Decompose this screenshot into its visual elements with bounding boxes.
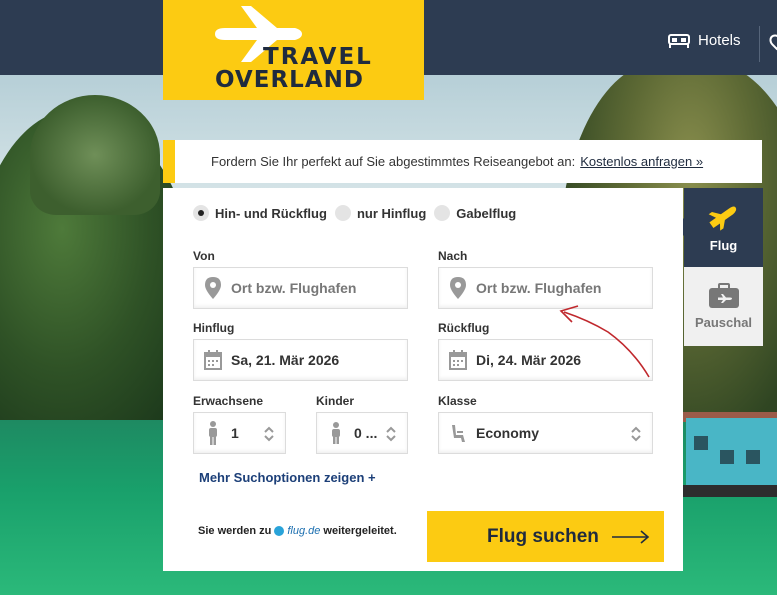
search-flight-label: Flug suchen	[487, 525, 599, 547]
radio-selected-indicator	[193, 205, 209, 221]
children-label: Kinder	[316, 394, 355, 408]
from-placeholder: Ort bzw. Flughafen	[231, 280, 357, 296]
adults-select[interactable]: 1	[193, 412, 286, 454]
depart-date-value: Sa, 21. Mär 2026	[231, 352, 340, 368]
nav-item-hotels[interactable]: Hotels	[668, 32, 741, 49]
banner-accent	[163, 140, 175, 183]
radio-open-jaw-label: Gabelflug	[456, 205, 517, 221]
house-window	[746, 450, 760, 464]
person-icon	[203, 421, 223, 445]
radio-indicator	[434, 205, 451, 221]
stepper-arrows-icon	[264, 426, 274, 442]
depart-date-input[interactable]: Sa, 21. Mär 2026	[193, 339, 408, 381]
to-label: Nach	[438, 249, 468, 263]
children-select[interactable]: 0 ...	[316, 412, 408, 454]
annotation-arrow	[559, 305, 650, 378]
from-label: Von	[193, 249, 215, 263]
radio-round-trip[interactable]: Hin- und Rückflug	[193, 205, 327, 221]
calendar-icon	[448, 349, 468, 371]
request-offer-banner: Fordern Sie Ihr perfekt auf Sie abgestim…	[163, 140, 762, 183]
children-value: 0 ...	[354, 425, 378, 441]
return-label: Rückflug	[438, 321, 490, 335]
arrow-right-icon	[612, 530, 650, 544]
seat-icon	[448, 422, 468, 444]
nav-divider	[759, 26, 760, 62]
house-window	[694, 436, 708, 450]
tab-package-label: Pauschal	[694, 315, 753, 330]
redirect-suffix: weitergeleitet.	[323, 525, 397, 537]
karst-rock-left-top	[30, 95, 160, 215]
airplane-icon	[708, 206, 736, 231]
search-flight-button[interactable]: Flug suchen	[427, 511, 664, 562]
redirect-notice: Sie werden zu flug.de weitergeleitet.	[198, 525, 397, 537]
suitcase-icon	[708, 283, 739, 308]
stepper-arrows-icon	[386, 426, 396, 442]
tab-flight[interactable]: Flug	[684, 188, 763, 267]
adults-value: 1	[231, 425, 239, 441]
radio-round-trip-label: Hin- und Rückflug	[215, 205, 327, 221]
tab-package[interactable]: Pauschal	[684, 267, 763, 346]
child-icon	[326, 422, 346, 444]
banner-text: Fordern Sie Ihr perfekt auf Sie abgestim…	[211, 154, 576, 169]
class-label: Klasse	[438, 394, 477, 408]
location-pin-icon	[448, 277, 468, 299]
from-input[interactable]: Ort bzw. Flughafen	[193, 267, 408, 309]
adults-label: Erwachsene	[193, 394, 264, 408]
request-free-link[interactable]: Kostenlos anfragen »	[580, 154, 703, 169]
travel-overland-logo[interactable]: TRAVEL OVERLAND	[163, 0, 424, 100]
flug-de-logo-icon	[274, 526, 285, 536]
class-select[interactable]: Economy	[438, 412, 653, 454]
bed-icon	[668, 33, 690, 48]
tab-flight-label: Flug	[709, 238, 738, 253]
redirect-prefix: Sie werden zu	[198, 525, 272, 537]
nav-hotels-label: Hotels	[698, 32, 741, 49]
house-window	[720, 450, 734, 464]
to-placeholder: Ort bzw. Flughafen	[476, 280, 602, 296]
calendar-icon	[203, 349, 223, 371]
logo-text-overland: OVERLAND	[215, 67, 364, 93]
radio-one-way-label: nur Hinflug	[356, 205, 427, 221]
floating-house	[686, 418, 777, 493]
redirect-brand: flug.de	[287, 525, 321, 537]
depart-label: Hinflug	[193, 321, 235, 335]
class-value: Economy	[476, 425, 540, 441]
radio-one-way[interactable]: nur Hinflug	[334, 205, 427, 221]
radio-indicator	[334, 205, 351, 221]
more-search-options-link[interactable]: Mehr Suchoptionen zeigen +	[199, 470, 376, 485]
location-pin-icon	[203, 277, 223, 299]
radio-open-jaw[interactable]: Gabelflug	[434, 205, 516, 221]
select-arrows-icon	[631, 426, 641, 442]
trip-type-group: Hin- und Rückflug nur Hinflug Gabelflug	[193, 205, 516, 221]
